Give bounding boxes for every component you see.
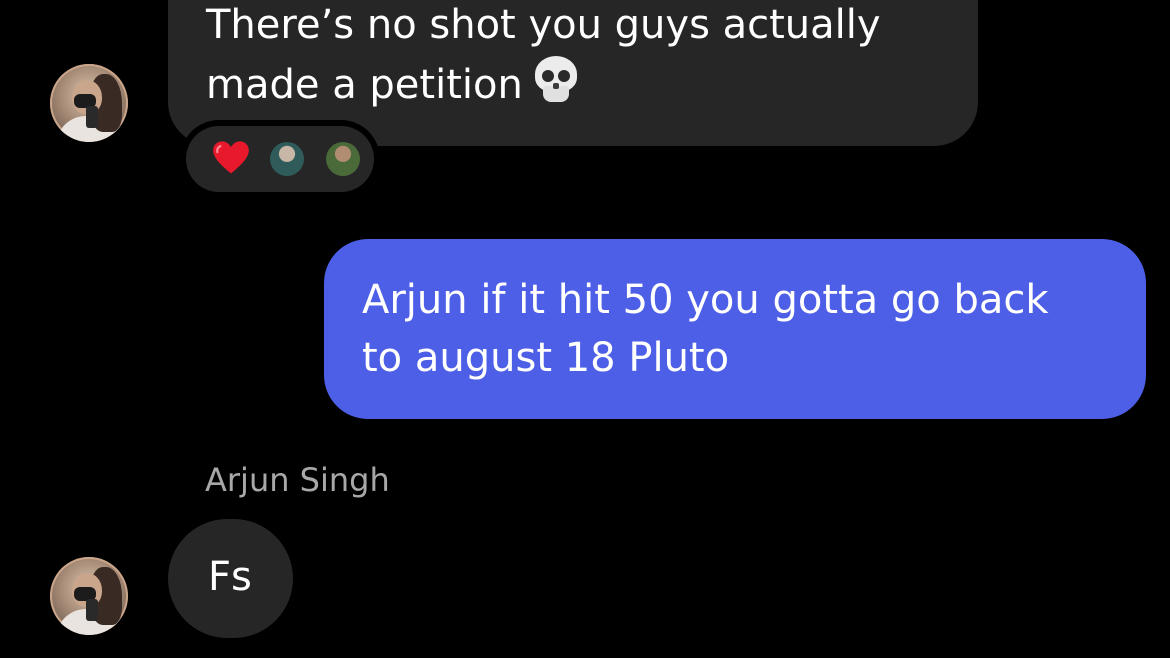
reactor-avatar[interactable] [270, 142, 304, 176]
sender-name: Arjun Singh [205, 461, 390, 499]
message-bubble-outgoing[interactable]: Arjun if it hit 50 you gotta go back to … [324, 239, 1146, 419]
message-text-line: Arjun if it hit 50 you gotta go back [362, 277, 1049, 323]
message-text-line: made a petition [206, 62, 523, 108]
skull-icon [533, 54, 579, 106]
message-reactions[interactable] [180, 120, 380, 198]
avatar-phone [86, 599, 98, 621]
message-text-line: to august 18 Pluto [362, 335, 730, 381]
sender-avatar[interactable] [50, 64, 128, 142]
chat-thread: There’s no shot you guys actually made a… [0, 0, 1170, 658]
message-text-line: Fs [208, 554, 252, 600]
avatar-phone [86, 106, 98, 128]
sender-avatar[interactable] [50, 557, 128, 635]
message-bubble-incoming[interactable]: Fs [168, 519, 293, 638]
reactor-avatar[interactable] [326, 142, 360, 176]
message-text-line: There’s no shot you guys actually [206, 2, 881, 48]
heart-icon [212, 139, 250, 177]
